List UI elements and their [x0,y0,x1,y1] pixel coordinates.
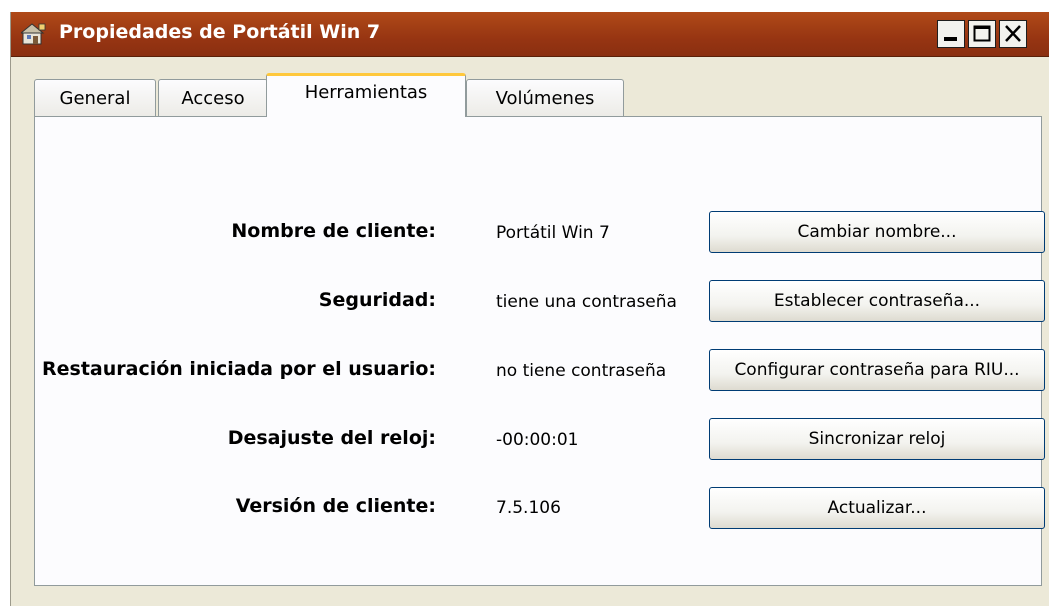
update-button[interactable]: Actualizar... [709,487,1045,529]
clock-offset-value: -00:00:01 [496,430,579,450]
minimize-icon [944,37,957,41]
configure-riu-password-button[interactable]: Configurar contraseña para RIU... [709,349,1045,391]
maximize-button[interactable] [968,20,996,48]
tab-general[interactable]: General [34,79,156,117]
security-label: Seguridad: [318,289,436,311]
close-button[interactable] [999,20,1027,48]
rename-button[interactable]: Cambiar nombre... [709,211,1045,253]
rename-button-label: Cambiar nombre... [797,222,957,242]
sync-clock-button-label: Sincronizar reloj [808,429,946,449]
client-name-label: Nombre de cliente: [231,220,436,242]
properties-icon [21,23,46,45]
minimize-button[interactable] [937,20,965,48]
tab-acceso[interactable]: Acceso [158,79,268,117]
close-icon [1005,25,1021,42]
set-password-button[interactable]: Establecer contraseña... [709,280,1045,322]
client-version-label: Versión de cliente: [235,495,436,517]
client-version-value: 7.5.106 [496,498,561,518]
security-value: tiene una contraseña [496,292,677,312]
sync-clock-button[interactable]: Sincronizar reloj [709,418,1045,460]
update-button-label: Actualizar... [827,498,927,518]
set-password-button-label: Establecer contraseña... [773,291,981,311]
title-bar[interactable]: Propiedades de Portátil Win 7 [11,12,1049,57]
window-title: Propiedades de Portátil Win 7 [59,21,381,43]
clock-offset-label: Desajuste del reloj: [227,427,436,449]
properties-window: Propiedades de Portátil Win 7 General Ac… [10,12,1049,606]
maximize-icon [973,25,991,42]
configure-riu-password-button-label: Configurar contraseña para RIU... [734,360,1020,380]
tab-herramientas[interactable]: Herramientas [266,73,466,117]
tools-panel: Nombre de cliente: Portátil Win 7 Cambia… [34,116,1045,586]
client-name-value: Portátil Win 7 [496,223,610,243]
user-restore-label: Restauración iniciada por el usuario: [42,358,436,380]
user-restore-value: no tiene contraseña [496,361,667,381]
tab-volumenes[interactable]: Volúmenes [466,79,624,117]
